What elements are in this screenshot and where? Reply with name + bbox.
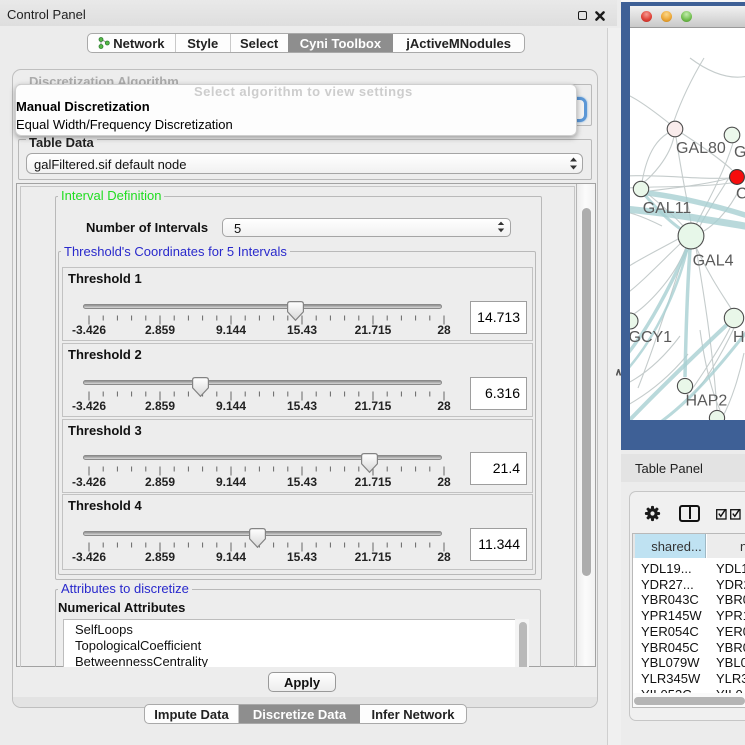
svg-text:GAL4: GAL4 xyxy=(693,252,734,269)
svg-text:H: H xyxy=(733,329,745,346)
svg-text:GAL11: GAL11 xyxy=(643,200,692,217)
svg-text:HAP2: HAP2 xyxy=(686,393,728,410)
svg-text:GCY1: GCY1 xyxy=(630,329,672,346)
svg-text:GA: GA xyxy=(734,144,745,161)
svg-text:GAL80: GAL80 xyxy=(676,140,726,157)
svg-text:C: C xyxy=(736,186,745,203)
